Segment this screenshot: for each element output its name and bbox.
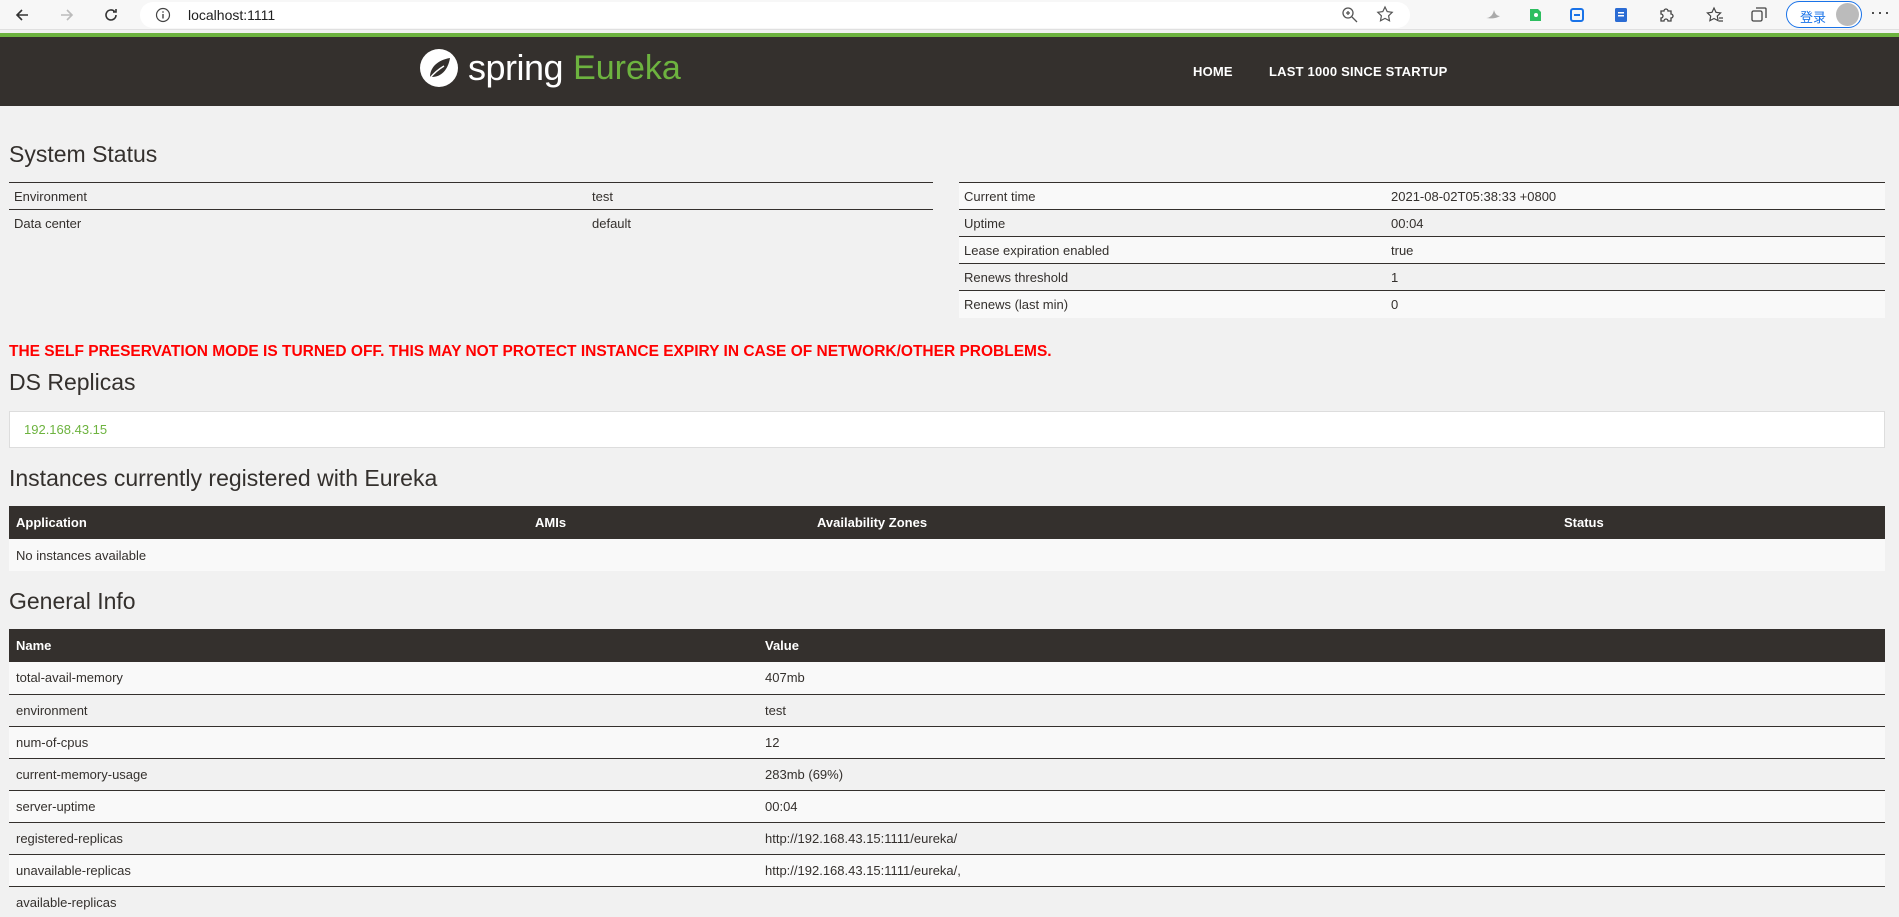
table-row: No instances available (9, 539, 1885, 571)
column-header: Application (9, 506, 528, 539)
nav-last-1000-link[interactable]: LAST 1000 SINCE STARTUP (1269, 64, 1447, 79)
info-name: server-uptime (9, 789, 758, 822)
info-name: unavailable-replicas (9, 853, 758, 886)
collections-icon[interactable] (1748, 4, 1770, 26)
info-icon[interactable] (152, 4, 174, 26)
column-header: Name (9, 629, 758, 662)
info-value: 407mb (765, 670, 805, 686)
instances-title: Instances currently registered with Eure… (9, 465, 438, 491)
column-header: Value (758, 629, 1885, 662)
instances-table: Application AMIs Availability Zones Stat… (9, 506, 1885, 571)
eureka-header: spring Eureka HOME LAST 1000 SINCE START… (0, 33, 1899, 106)
self-preservation-warning: THE SELF PRESERVATION MODE IS TURNED OFF… (9, 343, 1052, 360)
table-row: current-memory-usage 283mb (69%) (9, 757, 1885, 790)
info-name: environment (9, 693, 758, 726)
puzzle-extensions-icon[interactable] (1655, 4, 1677, 26)
logo-spring-text: spring (468, 47, 564, 88)
table-row: Data center default (9, 209, 933, 237)
info-value: http://192.168.43.15:1111/eureka/ (758, 821, 1885, 854)
status-label: Data center (14, 215, 82, 231)
status-value: 0 (1391, 296, 1399, 312)
status-label: Environment (14, 188, 87, 204)
evernote-icon[interactable] (1524, 4, 1546, 26)
table-row: total-avail-memory 407mb (9, 662, 1885, 694)
info-value: 283mb (69%) (758, 757, 1885, 790)
info-value: http://192.168.43.15:1111/eureka/, (758, 853, 1885, 886)
info-name: registered-replicas (9, 821, 758, 854)
status-label: Current time (964, 188, 1036, 204)
favorites-icon[interactable] (1704, 4, 1726, 26)
spring-eureka-logo[interactable]: spring Eureka (418, 47, 681, 89)
table-row: unavailable-replicas http://192.168.43.15… (9, 853, 1885, 886)
table-row: Renews threshold 1 (959, 263, 1885, 291)
status-value: 00:04 (1391, 215, 1424, 231)
nav-home-link[interactable]: HOME (1193, 64, 1233, 79)
status-label: Renews threshold (964, 269, 1069, 285)
sync-extension-icon[interactable] (1566, 4, 1588, 26)
login-label: 登录 (1800, 10, 1827, 25)
status-value: true (1391, 242, 1414, 258)
extension-bird-icon[interactable] (1482, 4, 1504, 26)
zoom-icon[interactable] (1340, 5, 1360, 25)
table-row: num-of-cpus 12 (9, 725, 1885, 758)
system-status-right-table: Current time 2021-08-02T05:38:33 +0800 U… (959, 182, 1885, 318)
login-button[interactable]: 登录 (1786, 1, 1862, 28)
table-row: registered-replicas http://192.168.43.15:… (9, 821, 1885, 854)
back-arrow-icon[interactable] (10, 3, 34, 27)
avatar (1836, 3, 1859, 26)
table-row: Current time 2021-08-02T05:38:33 +0800 (959, 182, 1885, 210)
system-status-left-table: Environment test Data center default (9, 182, 933, 237)
status-label: Renews (last min) (964, 296, 1069, 312)
table-row: Uptime 00:04 (959, 209, 1885, 237)
address-bar[interactable]: localhost:1111 (140, 2, 1410, 28)
status-label: Lease expiration enabled (964, 242, 1110, 258)
general-info-title: General Info (9, 588, 136, 614)
ds-replicas-title: DS Replicas (9, 369, 136, 395)
system-status-title: System Status (9, 141, 158, 167)
forward-arrow-icon[interactable] (55, 3, 79, 27)
table-row: server-uptime 00:04 (9, 789, 1885, 822)
status-value: 1 (1391, 269, 1399, 285)
more-menu-icon[interactable]: ··· (1870, 2, 1891, 23)
status-label: Uptime (964, 215, 1006, 231)
general-info-table: Name Value total-avail-memory 407mb envir… (9, 629, 1885, 917)
info-value: test (758, 693, 1885, 726)
status-value: default (592, 215, 632, 231)
column-header: AMIs (528, 506, 810, 539)
info-name: total-avail-memory (16, 670, 123, 686)
info-value: 12 (758, 725, 1885, 758)
info-name: num-of-cpus (9, 725, 758, 758)
table-header-row: Name Value (9, 629, 1885, 662)
table-row: Environment test (9, 182, 933, 210)
browser-toolbar: localhost:1111 登录 ··· (0, 0, 1899, 30)
empty-instances-message: No instances available (16, 547, 147, 563)
add-favorite-icon[interactable] (1376, 5, 1396, 25)
table-row: environment test (9, 693, 1885, 726)
word-extension-icon[interactable] (1610, 4, 1632, 26)
refresh-icon[interactable] (99, 3, 123, 27)
info-name: current-memory-usage (9, 757, 758, 790)
column-header: Status (1557, 506, 1885, 539)
info-value: 00:04 (758, 789, 1885, 822)
spring-leaf-icon (420, 49, 458, 87)
table-header-row: Application AMIs Availability Zones Stat… (9, 506, 1885, 539)
info-name: available-replicas (9, 885, 758, 917)
column-header: Availability Zones (810, 506, 1557, 539)
info-value (758, 885, 1885, 917)
replica-link[interactable]: 192.168.43.15 (24, 422, 107, 437)
status-value: 2021-08-02T05:38:33 +0800 (1391, 188, 1557, 204)
table-row: Lease expiration enabled true (959, 236, 1885, 264)
ds-replicas-list: 192.168.43.15 (9, 411, 1885, 448)
table-row: available-replicas (9, 885, 1885, 917)
status-value: test (592, 188, 613, 204)
url-text[interactable]: localhost:1111 (188, 7, 275, 23)
logo-eureka-text: Eureka (573, 48, 681, 87)
table-row: Renews (last min) 0 (959, 290, 1885, 318)
